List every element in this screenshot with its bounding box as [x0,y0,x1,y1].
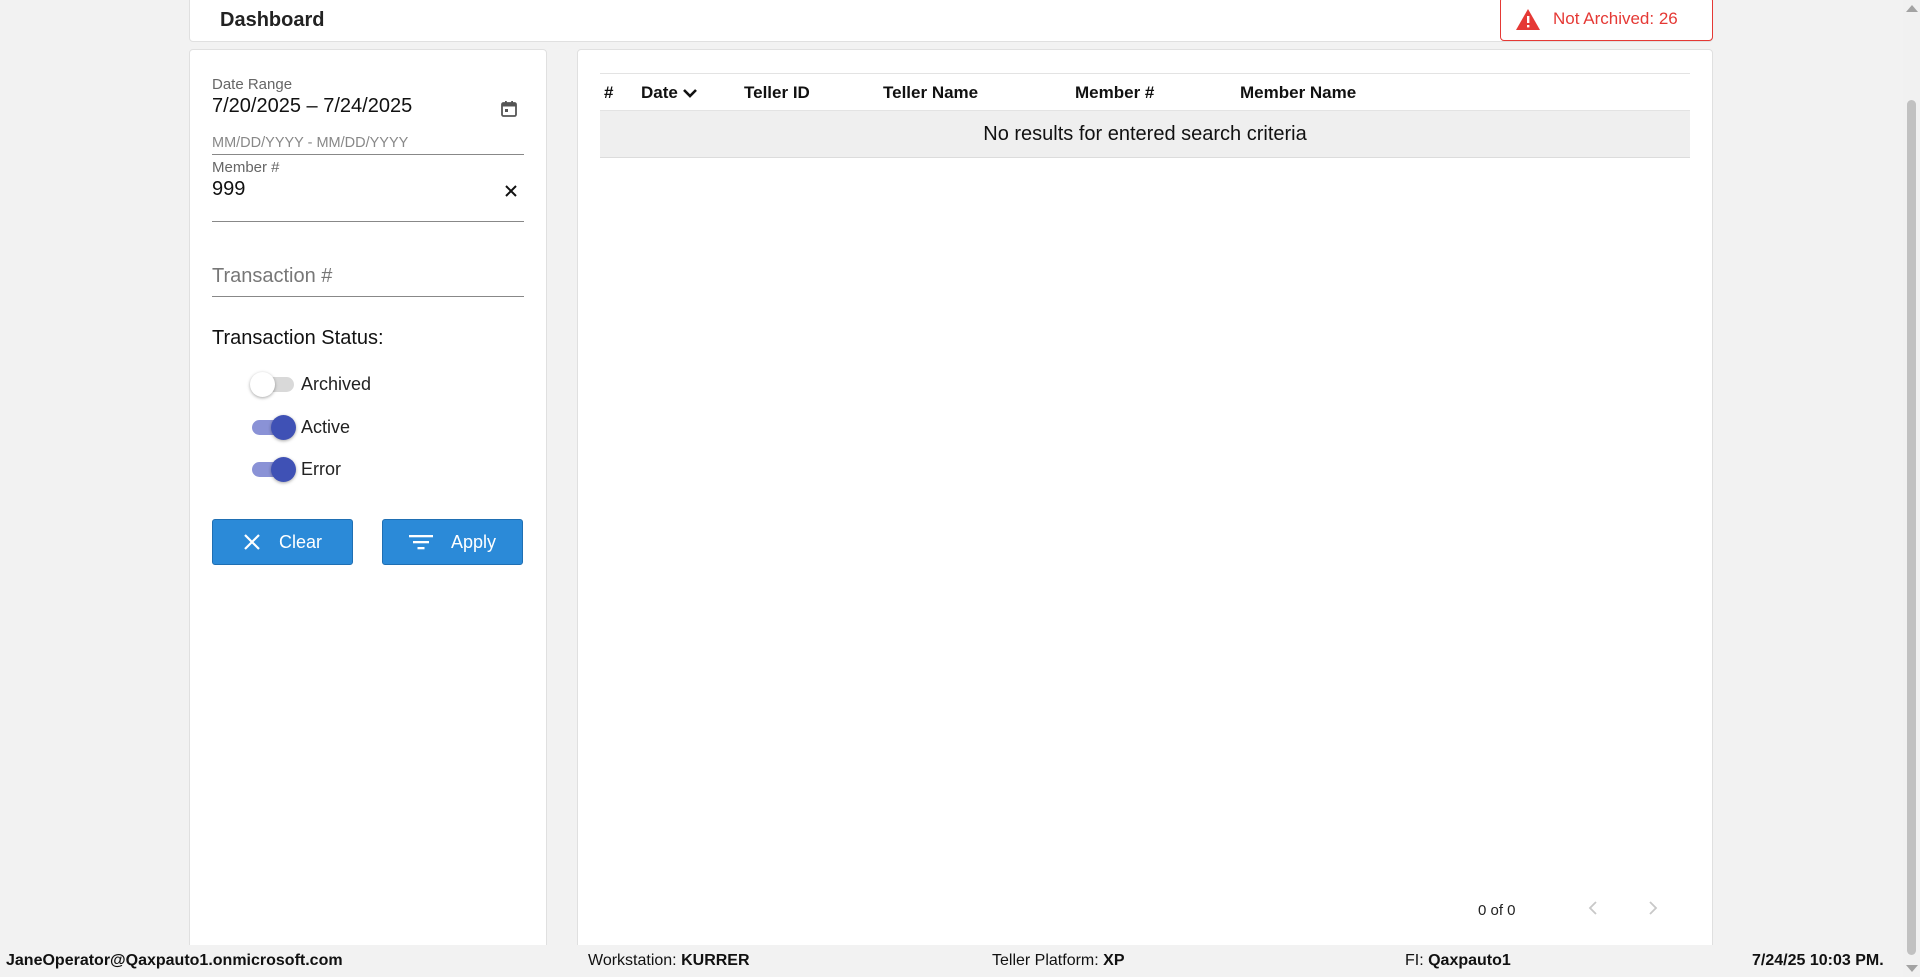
not-archived-alert[interactable]: Not Archived: 26 [1500,0,1713,41]
active-switch[interactable] [250,412,296,442]
footer-fi: FI: Qaxpauto1 [1405,952,1511,969]
pagination-text: 0 of 0 [1478,902,1516,919]
vertical-scrollbar[interactable] [1903,0,1920,977]
empty-message: No results for entered search criteria [983,122,1307,145]
header-bar: Dashboard Not Archived: 26 [189,0,1713,42]
footer-datetime: 7/24/25 10:03 PM. [1752,952,1884,969]
close-icon [244,534,260,550]
error-switch[interactable] [250,454,296,484]
results-table: # Date Teller ID Teller Name Member # Me… [600,73,1690,158]
calendar-icon[interactable] [500,100,518,118]
transaction-input[interactable]: Transaction # [212,265,524,288]
scroll-thumb[interactable] [1907,100,1916,955]
member-underline [212,221,524,222]
footer-platform: Teller Platform: XP [992,952,1125,969]
transaction-underline [212,296,524,297]
error-label: Error [301,458,341,479]
member-label: Member # [212,159,280,176]
clear-label: Clear [278,531,322,552]
filter-panel: Date Range 7/20/2025 – 7/24/2025 MM/DD/Y… [189,49,547,949]
date-range-underline [212,154,524,155]
apply-label: Apply [450,531,497,552]
table-header: # Date Teller ID Teller Name Member # Me… [600,73,1690,111]
alert-text: Not Archived: 26 [1553,9,1678,28]
member-value[interactable]: 999 [212,178,524,201]
column-header-member-number[interactable]: Member # [1075,83,1154,103]
date-format-hint: MM/DD/YYYY - MM/DD/YYYY [212,135,409,151]
date-range-label: Date Range [212,76,293,93]
column-header-teller-name[interactable]: Teller Name [883,83,978,103]
transaction-field[interactable]: Transaction # [212,265,524,309]
apply-button[interactable]: Apply [382,519,523,565]
column-header-date[interactable]: Date [641,83,698,103]
toggle-archived[interactable]: Archived [250,369,371,399]
member-field[interactable]: Member # 999 [212,159,524,225]
chevron-left-icon[interactable] [1586,900,1600,916]
clear-button[interactable]: Clear [212,519,353,565]
page-title: Dashboard [220,9,325,31]
date-range-value[interactable]: 7/20/2025 – 7/24/2025 [212,95,524,118]
column-header-member-name[interactable]: Member Name [1240,83,1356,103]
footer-user: JaneOperator@Qaxpauto1.onmicrosoft.com [6,952,343,969]
close-icon[interactable] [504,184,518,198]
scroll-up-arrow[interactable] [1906,5,1918,12]
active-label: Active [301,416,351,437]
scroll-down-arrow[interactable] [1906,965,1918,972]
toggle-error[interactable]: Error [250,454,341,484]
transaction-status-label: Transaction Status: [212,327,384,349]
status-footer: JaneOperator@Qaxpauto1.onmicrosoft.com W… [0,945,1900,977]
archived-switch[interactable] [250,369,294,399]
column-header-number[interactable]: # [604,83,613,103]
warning-icon [1516,8,1540,30]
results-panel: # Date Teller ID Teller Name Member # Me… [577,49,1713,949]
column-header-teller-id[interactable]: Teller ID [744,83,810,103]
toggle-active[interactable]: Active [250,412,350,442]
filter-icon [408,535,433,550]
archived-label: Archived [301,373,372,394]
chevron-down-icon [682,89,697,98]
empty-results-row: No results for entered search criteria [600,111,1690,158]
footer-workstation: Workstation: KURRER [588,952,750,969]
chevron-right-icon[interactable] [1646,900,1660,916]
